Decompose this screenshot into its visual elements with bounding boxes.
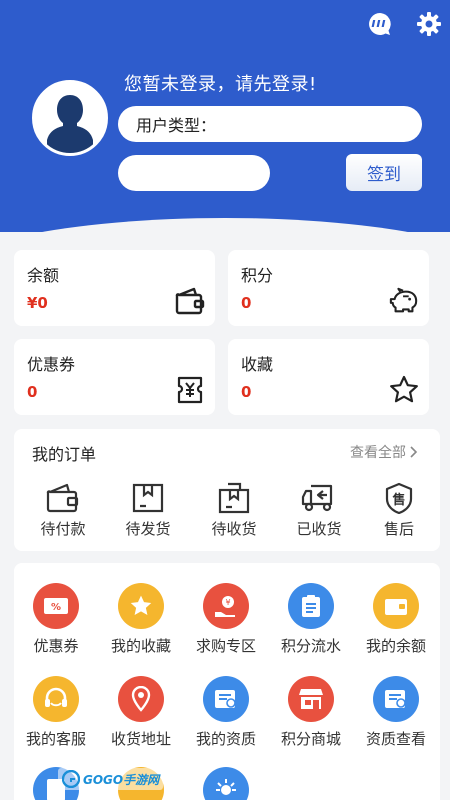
login-prompt[interactable]: 您暂未登录，请先登录! xyxy=(124,70,317,96)
order-pending-payment[interactable]: 待付款 xyxy=(21,481,105,539)
service-label: 求购专区 xyxy=(195,637,256,655)
order-received[interactable]: 已收货 xyxy=(277,481,361,539)
service-view-qualification[interactable]: 资质查看 xyxy=(354,676,438,749)
favorites-title: 收藏 xyxy=(241,355,274,374)
points-value: 0 xyxy=(241,294,252,312)
chat-bubble-icon[interactable] xyxy=(366,10,394,38)
service-label: 我的资质 xyxy=(195,730,256,748)
order-item-label: 已收货 xyxy=(296,520,342,538)
service-purchase-zone[interactable]: ¥ 求购专区 xyxy=(184,583,268,656)
points-card[interactable]: 积分 0 xyxy=(228,250,429,326)
ticket-icon xyxy=(175,375,205,405)
lightbulb-icon xyxy=(203,767,249,800)
chevron-right-icon xyxy=(410,446,418,458)
order-after-sale[interactable]: 售 售后 xyxy=(357,481,441,539)
svg-text:售: 售 xyxy=(392,492,405,508)
service-my-qualification[interactable]: 我的资质 xyxy=(184,676,268,749)
service-points-history[interactable]: 积分流水 xyxy=(269,583,353,656)
user-info-pill xyxy=(118,155,270,191)
truck-icon xyxy=(301,481,337,515)
favorites-card[interactable]: 收藏 0 xyxy=(228,339,429,415)
svg-text:%: % xyxy=(51,602,61,613)
location-pin-icon xyxy=(118,676,164,722)
gear-icon[interactable] xyxy=(415,10,443,38)
profile-header: 您暂未登录，请先登录! 用户类型： 签到 xyxy=(0,0,450,232)
box-icon xyxy=(130,481,166,515)
watermark-text: GOGO手游网 xyxy=(83,772,160,787)
shop-icon xyxy=(288,676,334,722)
balance-card[interactable]: 余额 ¥0 xyxy=(14,250,215,326)
coupon-title: 优惠券 xyxy=(27,355,76,374)
service-label: 我的余额 xyxy=(365,637,426,655)
svg-text:¥: ¥ xyxy=(225,598,230,607)
watermark-logo: GOGO手游网 xyxy=(58,768,164,790)
sign-in-button[interactable]: 签到 xyxy=(346,154,422,191)
service-label: 我的收藏 xyxy=(110,637,171,655)
order-item-label: 待收货 xyxy=(211,520,257,538)
service-balance[interactable]: 我的余额 xyxy=(354,583,438,656)
certificate-icon xyxy=(203,676,249,722)
order-item-label: 售后 xyxy=(383,520,414,538)
user-type-label: 用户类型： xyxy=(136,116,217,135)
service-extra-3[interactable] xyxy=(184,767,268,800)
service-address[interactable]: 收货地址 xyxy=(99,676,183,749)
coupon-icon: % xyxy=(33,583,79,629)
service-label: 收货地址 xyxy=(110,730,171,748)
wallet-icon xyxy=(373,583,419,629)
my-orders-section: 我的订单 查看全部 待付款 待发货 待收货 已收货 售 售后 xyxy=(14,429,440,551)
star-icon xyxy=(389,375,419,405)
balance-title: 余额 xyxy=(27,266,60,285)
watermark-icon xyxy=(62,770,80,788)
wallet-icon xyxy=(175,286,205,316)
user-type-field: 用户类型： xyxy=(118,106,422,142)
view-all-orders-link[interactable]: 查看全部 xyxy=(350,442,418,462)
hand-coin-icon: ¥ xyxy=(203,583,249,629)
balance-value: ¥0 xyxy=(27,294,48,312)
avatar[interactable] xyxy=(32,80,108,156)
service-label: 积分商城 xyxy=(280,730,341,748)
certificate-icon xyxy=(373,676,419,722)
headset-icon xyxy=(33,676,79,722)
coupon-value: 0 xyxy=(27,383,38,401)
view-all-label: 查看全部 xyxy=(350,445,406,461)
order-pending-receipt[interactable]: 待收货 xyxy=(192,481,276,539)
clipboard-icon xyxy=(288,583,334,629)
wallet-icon xyxy=(45,481,81,515)
service-points-mall[interactable]: 积分商城 xyxy=(269,676,353,749)
piggy-bank-icon xyxy=(389,286,419,316)
service-customer-support[interactable]: 我的客服 xyxy=(14,676,98,749)
service-label: 我的客服 xyxy=(25,730,86,748)
favorites-value: 0 xyxy=(241,383,252,401)
service-coupon[interactable]: % 优惠券 xyxy=(14,583,98,656)
service-favorites[interactable]: 我的收藏 xyxy=(99,583,183,656)
service-label: 积分流水 xyxy=(280,637,341,655)
coupon-card[interactable]: 优惠券 0 xyxy=(14,339,215,415)
points-title: 积分 xyxy=(241,266,274,285)
order-pending-shipment[interactable]: 待发货 xyxy=(106,481,190,539)
service-label: 资质查看 xyxy=(365,730,426,748)
star-icon xyxy=(118,583,164,629)
order-item-label: 待付款 xyxy=(40,520,86,538)
package-icon xyxy=(216,481,252,515)
orders-title: 我的订单 xyxy=(32,445,97,464)
services-grid: % 优惠券 我的收藏 ¥ 求购专区 积分流水 我的余额 我的客服 收货地址 我的… xyxy=(14,563,440,800)
service-label: 优惠券 xyxy=(33,637,79,655)
after-sale-icon: 售 xyxy=(381,481,417,515)
order-item-label: 待发货 xyxy=(125,520,171,538)
